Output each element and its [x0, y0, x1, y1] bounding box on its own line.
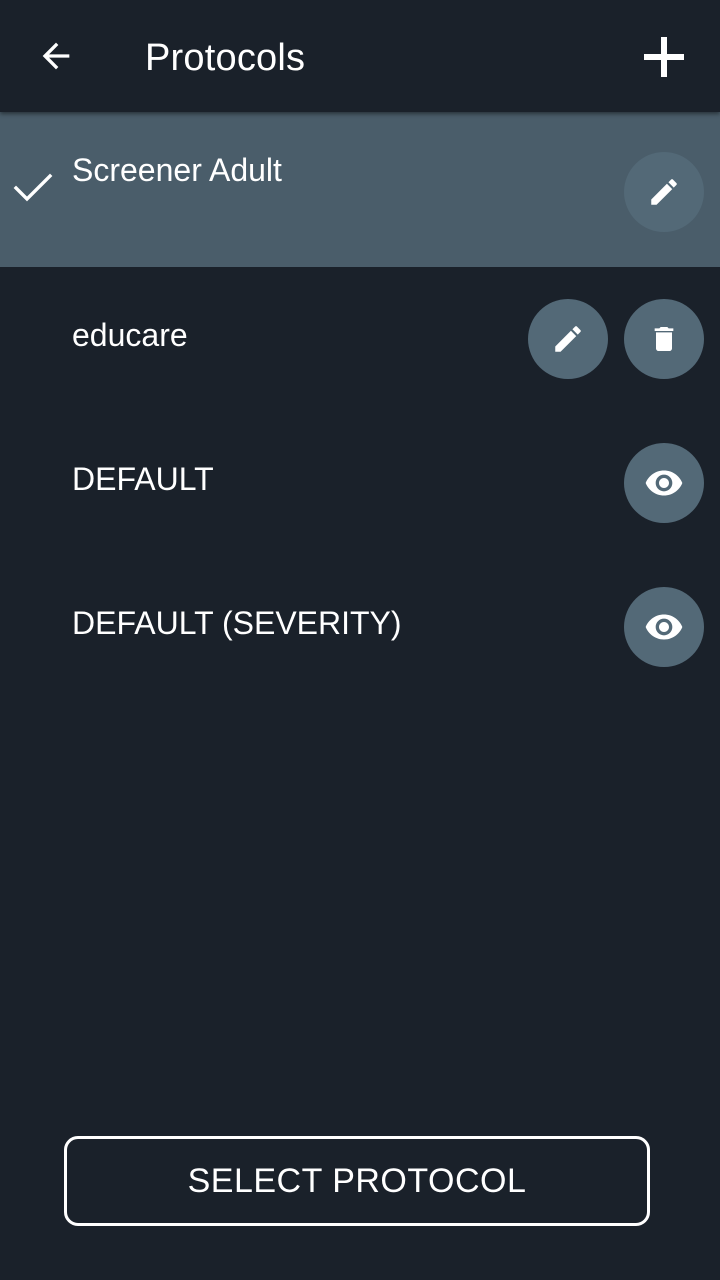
edit-protocol-button[interactable]	[624, 152, 704, 232]
protocol-row-screener-adult[interactable]: Screener Adult	[0, 112, 720, 267]
view-protocol-button[interactable]	[624, 443, 704, 523]
add-protocol-button[interactable]	[630, 24, 698, 90]
view-protocol-button[interactable]	[624, 587, 704, 667]
back-button[interactable]	[26, 28, 86, 84]
select-protocol-button[interactable]: SELECT PROTOCOL	[64, 1136, 650, 1226]
edit-icon	[555, 326, 581, 352]
protocols-screen: Protocols Screener Adult educare DEFAULT…	[0, 0, 720, 1280]
protocol-row-default[interactable]: DEFAULT	[0, 411, 720, 555]
protocol-list: Screener Adult educare DEFAULT DEFAULT (…	[0, 112, 720, 699]
page-title: Protocols	[145, 37, 306, 79]
checkmark-icon	[13, 173, 53, 202]
edit-icon	[651, 179, 677, 205]
edit-protocol-button[interactable]	[528, 299, 608, 379]
plus-icon	[644, 37, 684, 77]
arrow-left-icon	[42, 42, 70, 70]
protocol-label: DEFAULT	[72, 461, 214, 497]
top-app-bar: Protocols	[0, 0, 720, 112]
protocol-label: educare	[72, 317, 188, 353]
protocol-label: DEFAULT (SEVERITY)	[72, 605, 402, 641]
trash-icon	[654, 327, 674, 351]
protocol-row-educare[interactable]: educare	[0, 267, 720, 411]
eye-icon	[645, 614, 683, 640]
protocol-row-default-severity[interactable]: DEFAULT (SEVERITY)	[0, 555, 720, 699]
eye-icon	[645, 470, 683, 496]
protocol-label: Screener Adult	[72, 152, 282, 188]
delete-protocol-button[interactable]	[624, 299, 704, 379]
